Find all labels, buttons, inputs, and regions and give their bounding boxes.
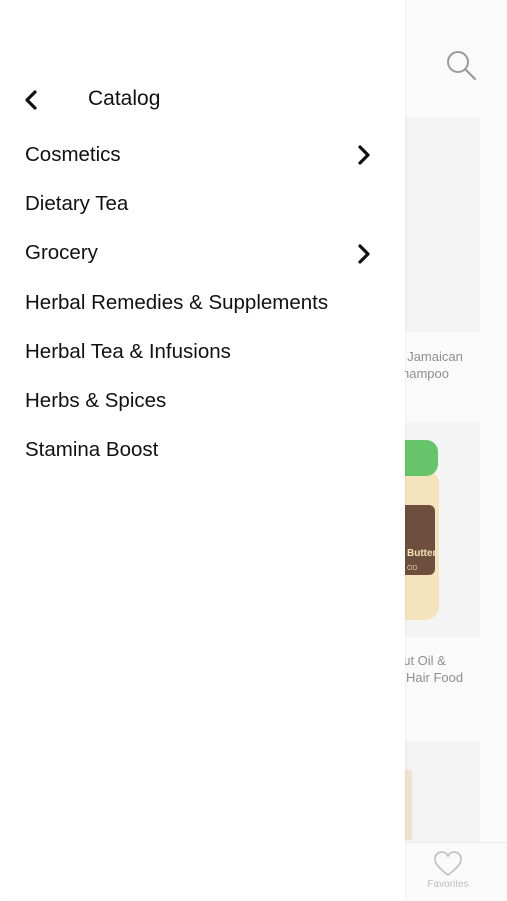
heart-icon bbox=[434, 851, 462, 877]
category-item-cosmetics[interactable]: Cosmetics bbox=[0, 130, 405, 179]
chevron-right-icon bbox=[354, 242, 374, 266]
chevron-right-icon bbox=[354, 143, 374, 167]
category-item-dietary-tea[interactable]: Dietary Tea bbox=[0, 179, 405, 228]
category-label: Cosmetics bbox=[25, 142, 121, 166]
tab-favorites-label: Favorites bbox=[427, 879, 469, 890]
jar-label-text: Butter bbox=[407, 548, 437, 559]
category-label: Herbs & Spices bbox=[25, 389, 167, 413]
category-item-herbal-tea[interactable]: Herbal Tea & Infusions bbox=[0, 327, 405, 376]
category-item-herbs-spices[interactable]: Herbs & Spices bbox=[0, 376, 405, 425]
tab-favorites[interactable]: Favorites bbox=[420, 848, 476, 894]
drawer-header: Catalog bbox=[0, 80, 405, 118]
search-icon bbox=[447, 51, 477, 81]
product-title-2-line1: nut Oil & bbox=[396, 653, 446, 668]
category-item-herbal-remedies[interactable]: Herbal Remedies & Supplements bbox=[0, 278, 405, 327]
category-label: Herbal Tea & Infusions bbox=[25, 339, 231, 363]
drawer-title: Catalog bbox=[88, 87, 161, 110]
product-title-1-line1: < Jamaican bbox=[396, 349, 463, 364]
category-label: Stamina Boost bbox=[25, 438, 159, 462]
category-label: Dietary Tea bbox=[25, 191, 129, 215]
product-title-1[interactable]: < Jamaican hampoo bbox=[396, 348, 463, 382]
category-label: Herbal Remedies & Supplements bbox=[25, 290, 329, 314]
category-label: Grocery bbox=[25, 241, 98, 265]
jar-lid bbox=[405, 440, 438, 476]
product-title-2-line2: Hair Food bbox=[406, 670, 464, 685]
chevron-left-icon bbox=[25, 90, 37, 110]
jar-label-subtext: OD bbox=[407, 565, 418, 572]
bottle-image bbox=[404, 770, 412, 840]
catalog-drawer: Catalog Cosmetics Dietary Tea Grocery He… bbox=[0, 0, 405, 900]
category-item-grocery[interactable]: Grocery bbox=[0, 229, 405, 278]
category-item-stamina-boost[interactable]: Stamina Boost bbox=[0, 426, 405, 475]
product-title-1-line2: hampoo bbox=[402, 366, 449, 381]
back-button[interactable] bbox=[16, 86, 46, 114]
product-title-2[interactable]: nut Oil & Hair Food bbox=[396, 652, 463, 686]
category-list: Cosmetics Dietary Tea Grocery Herbal Rem… bbox=[0, 130, 405, 475]
search-button[interactable] bbox=[444, 48, 478, 82]
